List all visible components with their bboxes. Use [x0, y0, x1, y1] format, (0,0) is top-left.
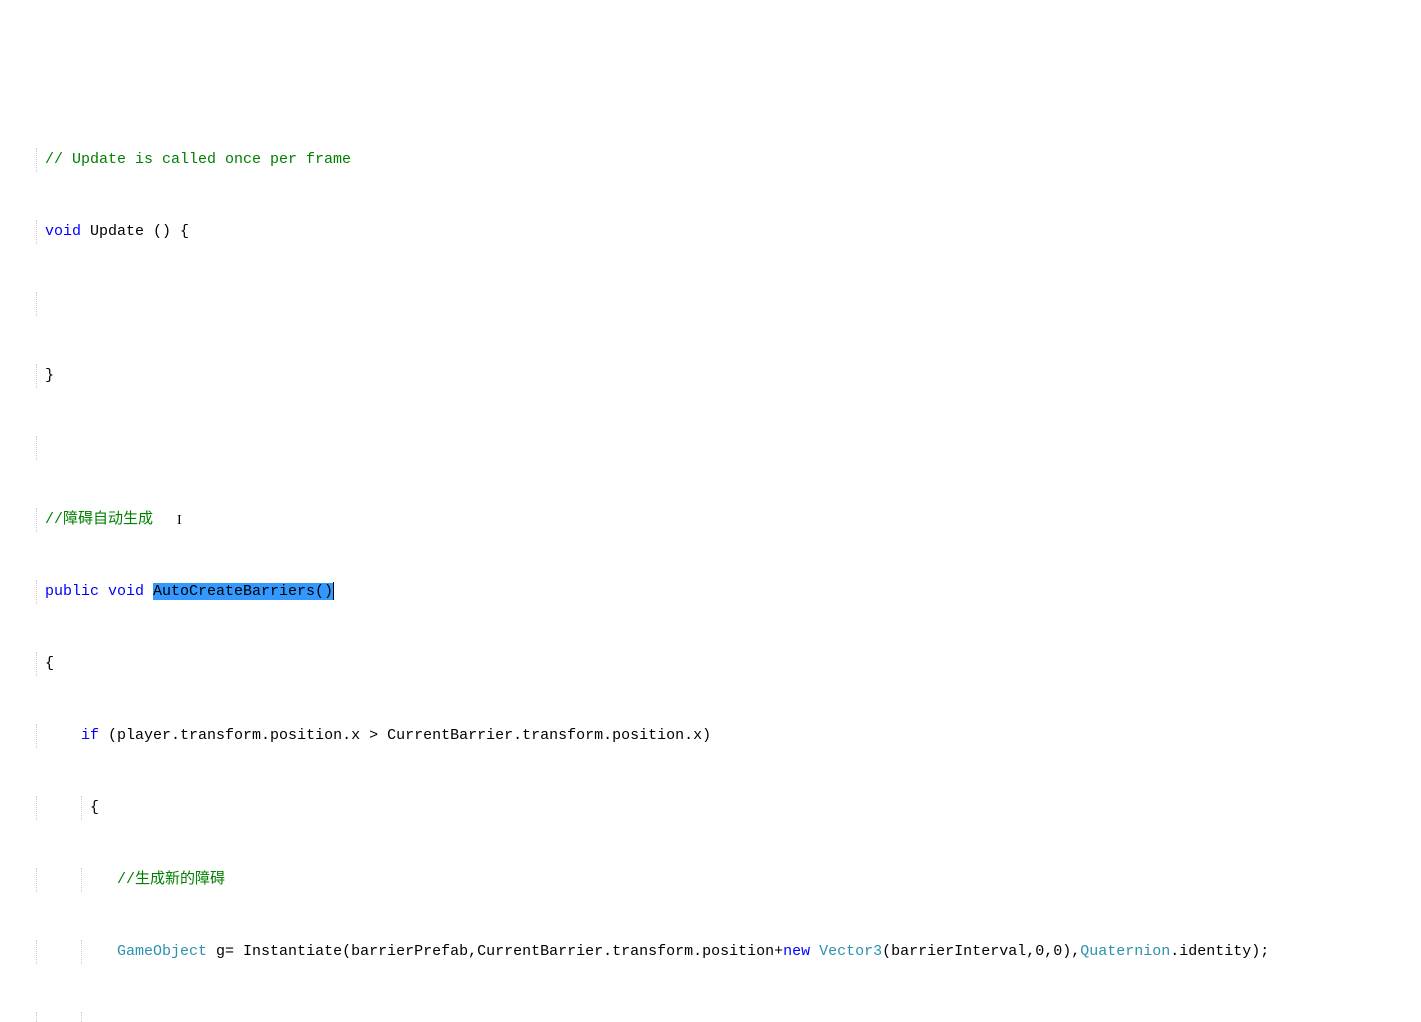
comment: //障碍自动生成 [45, 508, 153, 532]
code-line[interactable]: } [0, 364, 1421, 388]
code-editor[interactable]: // Update is called once per frame void … [0, 100, 1421, 1022]
text-cursor-icon: I [177, 510, 182, 532]
code-line[interactable]: GameObject g= Instantiate(barrierPrefab,… [0, 940, 1421, 964]
keyword-void: void [45, 223, 81, 240]
code-text: g= Instantiate(barrierPrefab,CurrentBarr… [207, 943, 783, 960]
brace: } [45, 364, 54, 388]
code-line[interactable]: { [0, 652, 1421, 676]
method-name: Update () { [81, 223, 189, 240]
code-line[interactable] [0, 292, 1421, 316]
code-text: (barrierInterval,0,0), [882, 943, 1080, 960]
keyword-if: if [81, 727, 99, 744]
code-line[interactable] [0, 1012, 1421, 1022]
type-gameobject: GameObject [117, 943, 207, 960]
code-line[interactable]: void Update () { [0, 220, 1421, 244]
code-line[interactable]: if (player.transform.position.x > Curren… [0, 724, 1421, 748]
caret [333, 582, 334, 600]
type-vector3: Vector3 [810, 943, 882, 960]
keyword-new: new [783, 943, 810, 960]
selected-text: AutoCreateBarriers() [153, 583, 333, 600]
code-line[interactable]: //障碍自动生成 I [0, 508, 1421, 532]
code-line[interactable]: { [0, 796, 1421, 820]
code-line[interactable]: // Update is called once per frame [0, 148, 1421, 172]
keyword-public: public [45, 583, 99, 600]
keyword-void: void [99, 583, 153, 600]
brace: { [90, 796, 99, 820]
comment: //生成新的障碍 [117, 868, 225, 892]
code-line[interactable]: //生成新的障碍 [0, 868, 1421, 892]
comment: // Update is called once per frame [45, 148, 351, 172]
code-text: .identity); [1170, 943, 1269, 960]
code-line[interactable] [0, 436, 1421, 460]
type-quaternion: Quaternion [1080, 943, 1170, 960]
condition: (player.transform.position.x > CurrentBa… [99, 727, 711, 744]
brace: { [45, 652, 54, 676]
code-line[interactable]: public void AutoCreateBarriers() [0, 580, 1421, 604]
